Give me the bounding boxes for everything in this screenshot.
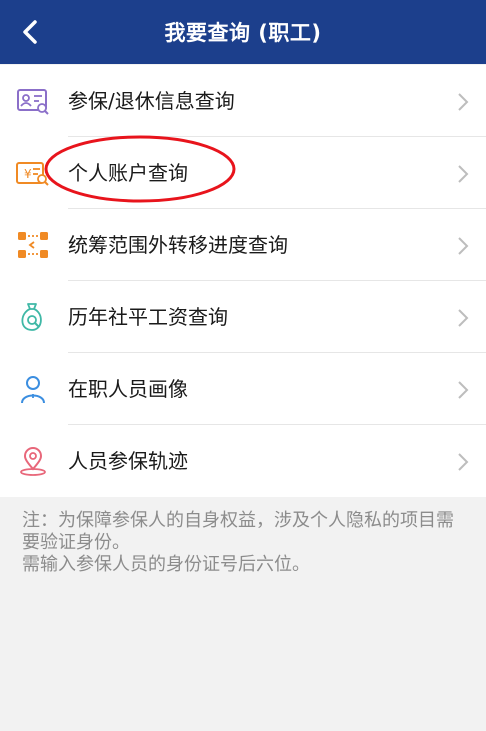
menu-item-label: 在职人员画像 xyxy=(68,377,188,401)
chevron-right-icon xyxy=(458,309,469,327)
menu-item-employee-profile[interactable]: 在职人员画像 xyxy=(0,353,486,425)
svg-text:¥: ¥ xyxy=(24,167,32,181)
menu-item-insurance-retirement-query[interactable]: 参保/退休信息查询 xyxy=(0,65,486,137)
menu-item-insurance-track[interactable]: 人员参保轨迹 xyxy=(0,425,486,497)
page-title: 我要查询 (职工) xyxy=(164,21,322,45)
menu-item-label: 历年社平工资查询 xyxy=(68,305,228,329)
chevron-right-icon xyxy=(458,381,469,399)
menu-item-label: 统筹范围外转移进度查询 xyxy=(68,233,288,257)
note-line: 需输入参保人员的身份证号后六位。 xyxy=(22,554,310,575)
chevron-right-icon xyxy=(458,165,469,183)
person-icon xyxy=(21,376,45,404)
chevron-right-icon xyxy=(458,93,469,111)
chevron-right-icon xyxy=(458,453,469,471)
menu-item-label: 人员参保轨迹 xyxy=(68,449,188,473)
id-card-search-icon xyxy=(17,89,49,115)
menu-item-label: 个人账户查询 xyxy=(68,161,188,185)
menu-item-average-wage-query[interactable]: 历年社平工资查询 xyxy=(0,281,486,353)
transfer-icon xyxy=(18,232,48,258)
note-line: 注：为保障参保人的自身权益，涉及个人隐私的项目需要验证身份。 xyxy=(22,510,454,553)
query-menu: 参保/退休信息查询 ¥ 个人账户查询 统筹范围外转移进度查询 历年社平工资查询 … xyxy=(0,65,486,497)
location-pin-icon xyxy=(20,447,46,476)
yuan-account-icon: ¥ xyxy=(16,162,49,186)
menu-item-label: 参保/退休信息查询 xyxy=(68,89,235,113)
money-bag-search-icon xyxy=(21,303,42,331)
privacy-note: 注：为保障参保人的自身权益，涉及个人隐私的项目需要验证身份。 需输入参保人员的身… xyxy=(22,510,468,576)
menu-item-transfer-progress-query[interactable]: 统筹范围外转移进度查询 xyxy=(0,209,486,281)
title-bar: 我要查询 (职工) xyxy=(0,0,486,64)
chevron-right-icon xyxy=(458,237,469,255)
menu-item-personal-account-query[interactable]: ¥ 个人账户查询 xyxy=(0,137,486,209)
